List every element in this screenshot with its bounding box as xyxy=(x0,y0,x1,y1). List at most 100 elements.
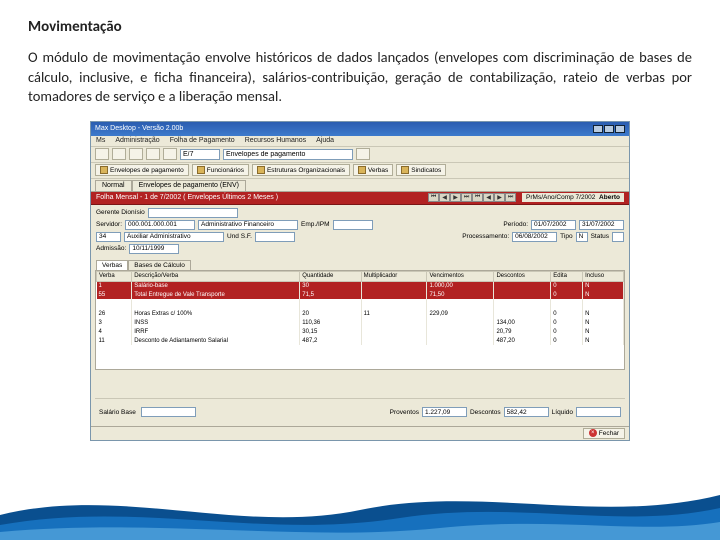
tab-funcionarios[interactable]: Funcionários xyxy=(192,164,249,176)
grid-header: Descrição/Verba xyxy=(132,271,300,281)
periodo-a[interactable] xyxy=(579,220,624,230)
table-row[interactable]: 55Total Entregue de Vale Transporte71,57… xyxy=(97,290,624,299)
folder-icon xyxy=(100,166,108,174)
nav-next-icon[interactable]: ▶ xyxy=(450,193,461,202)
proc-label: Processamento: xyxy=(462,233,509,240)
und-input[interactable] xyxy=(255,232,295,242)
servidor-cod[interactable] xyxy=(125,220,195,230)
tool-button[interactable] xyxy=(356,148,370,160)
table-row[interactable]: 1Salário-base301.000,000N xyxy=(97,281,624,290)
menu-item[interactable]: Administração xyxy=(115,137,159,144)
emp-input[interactable] xyxy=(333,220,373,230)
combo-2[interactable] xyxy=(223,149,353,160)
tool-button[interactable] xyxy=(129,148,143,160)
totals-bar: Salário Base Proventos Descontos Líquido xyxy=(95,398,625,426)
menu-item[interactable]: Folha de Pagamento xyxy=(170,137,235,144)
gerente-input[interactable] xyxy=(148,208,238,218)
app-title: Max Desktop - Versão 2.00b xyxy=(95,125,183,132)
servidor-nome[interactable] xyxy=(198,220,298,230)
proc-data[interactable] xyxy=(512,232,557,242)
close-button[interactable] xyxy=(615,125,625,133)
table-row[interactable] xyxy=(97,299,624,309)
nav-buttons: ⏮ ◀ ▶ ⏭ ⏮ ◀ ▶ ⏭ xyxy=(428,193,516,202)
nav-prev-icon[interactable]: ◀ xyxy=(439,193,450,202)
toolbar xyxy=(91,147,629,163)
salario-input[interactable] xyxy=(141,407,196,417)
close-app-button[interactable]: × Fechar xyxy=(583,428,625,439)
nav-button[interactable]: ⏮ xyxy=(472,193,483,202)
tab-verbas[interactable]: Verbas xyxy=(353,164,393,176)
adm-data[interactable] xyxy=(129,244,179,254)
folder-icon xyxy=(197,166,205,174)
page-body: O módulo de movimentação envolve históri… xyxy=(28,48,692,107)
toolbar-tabs: Envelopes de pagamento Funcionários Estr… xyxy=(91,163,629,179)
table-row[interactable]: 4IRRF30,1520,790N xyxy=(97,327,624,336)
liquido-label: Líquido xyxy=(552,409,573,416)
menu-item[interactable]: Ms xyxy=(96,137,105,144)
tipo-val[interactable] xyxy=(576,232,588,242)
servidor-label: Servidor: xyxy=(96,221,122,228)
grid-tab-bases[interactable]: Bases de Cálculo xyxy=(128,260,191,270)
grid-header: Multiplicador xyxy=(361,271,427,281)
minimize-button[interactable] xyxy=(593,125,603,133)
maximize-button[interactable] xyxy=(604,125,614,133)
grid-header: Descontos xyxy=(494,271,551,281)
table-row[interactable]: 11Desconto de Adiantamento Salarial487,2… xyxy=(97,336,624,345)
header-highlight: Folha Mensal - 1 de 7/2002 ( Envelopes Ú… xyxy=(91,192,629,205)
nav-button[interactable]: ▶ xyxy=(494,193,505,202)
grid-header: Incluso xyxy=(583,271,624,281)
adm-label: Admissão: xyxy=(96,245,126,252)
nav-button[interactable]: ◀ xyxy=(483,193,494,202)
folder-icon xyxy=(401,166,409,174)
tool-button[interactable] xyxy=(163,148,177,160)
tab-estruturas[interactable]: Estruturas Organizacionais xyxy=(252,164,350,176)
header-title: Folha Mensal - 1 de 7/2002 ( Envelopes Ú… xyxy=(96,194,278,201)
sub-tabs: Normal Envelopes de pagamento (ENV) xyxy=(91,179,629,192)
nav-last-icon[interactable]: ⏭ xyxy=(461,193,472,202)
cargo-num[interactable] xyxy=(96,232,121,242)
proventos-val[interactable] xyxy=(422,407,467,417)
descontos-val[interactable] xyxy=(504,407,549,417)
nav-button[interactable]: ⏭ xyxy=(505,193,516,202)
grid-header: Verba xyxy=(97,271,132,281)
table-row[interactable]: 3INSS110,36134,000N xyxy=(97,318,624,327)
gerente-label: Gerente Dionísio xyxy=(96,209,145,216)
page-title: Movimentação xyxy=(28,18,692,36)
grid-outer-tabs: Verbas Bases de Cálculo xyxy=(91,259,629,270)
menubar: Ms Administração Folha de Pagamento Recu… xyxy=(91,136,629,147)
subtab-envelopes[interactable]: Envelopes de pagamento (ENV) xyxy=(132,180,246,191)
statusbar: × Fechar xyxy=(91,426,629,440)
titlebar: Max Desktop - Versão 2.00b xyxy=(91,122,629,136)
descontos-label: Descontos xyxy=(470,409,501,416)
liquido-val[interactable] xyxy=(576,407,621,417)
table-row[interactable]: 26Horas Extras c/ 100%2011229,090N xyxy=(97,309,624,318)
periodo-label: Período: xyxy=(503,221,528,228)
subtab-normal[interactable]: Normal xyxy=(95,180,132,191)
proventos-label: Proventos xyxy=(390,409,419,416)
status-val[interactable] xyxy=(612,232,624,242)
combo-1[interactable] xyxy=(180,149,220,160)
tab-sindicatos[interactable]: Sindicatos xyxy=(396,164,446,176)
tipo-label: Tipo xyxy=(560,233,572,240)
tool-button[interactable] xyxy=(95,148,109,160)
status-label2: Status xyxy=(591,233,609,240)
menu-item[interactable]: Recursos Humanos xyxy=(245,137,306,144)
und-label: Und S.F. xyxy=(227,233,252,240)
folder-icon xyxy=(257,166,265,174)
folder-icon xyxy=(358,166,366,174)
salario-label: Salário Base xyxy=(99,409,136,416)
grid-tab-verbas[interactable]: Verbas xyxy=(96,260,128,270)
grid-header: Quantidade xyxy=(300,271,361,281)
data-grid[interactable]: VerbaDescrição/VerbaQuantidadeMultiplica… xyxy=(95,270,625,370)
close-icon: × xyxy=(589,429,597,437)
cargo-nome[interactable] xyxy=(124,232,224,242)
tool-button[interactable] xyxy=(146,148,160,160)
menu-item[interactable]: Ajuda xyxy=(316,137,334,144)
grid-header: Edita xyxy=(551,271,583,281)
decorative-wave xyxy=(0,470,720,540)
nav-first-icon[interactable]: ⏮ xyxy=(428,193,439,202)
periodo-de[interactable] xyxy=(531,220,576,230)
status-label: PrMs/Ano/Comp 7/2002 Aberto xyxy=(522,193,624,202)
tab-envelopes[interactable]: Envelopes de pagamento xyxy=(95,164,189,176)
tool-button[interactable] xyxy=(112,148,126,160)
